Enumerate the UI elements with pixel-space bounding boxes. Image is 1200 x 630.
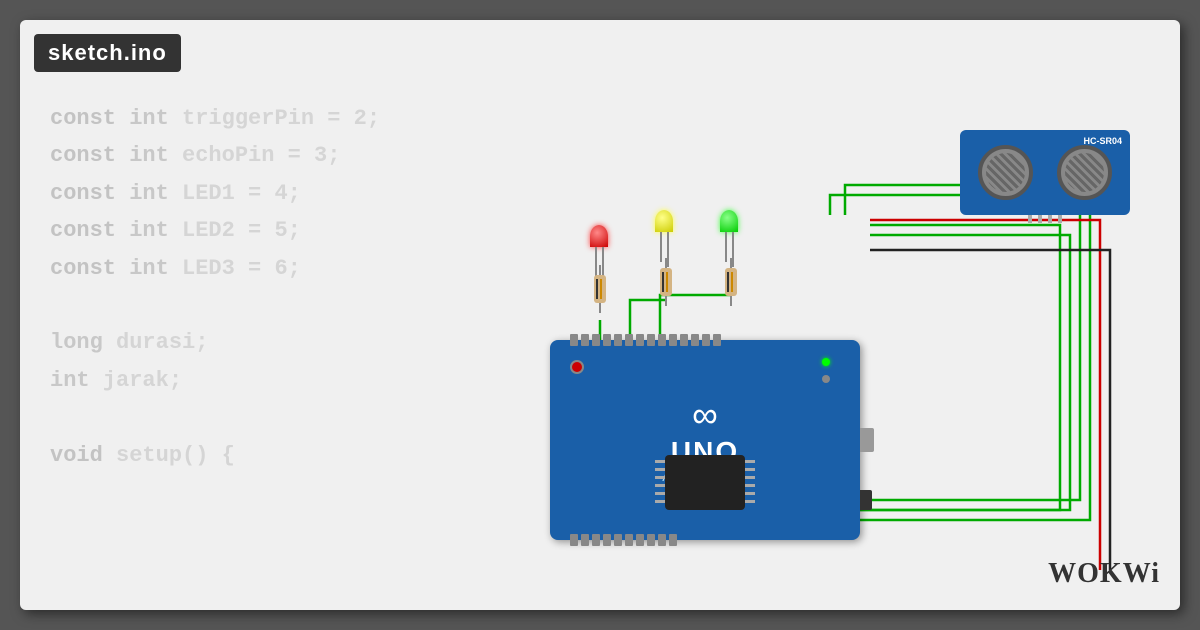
analog-pin — [625, 534, 633, 546]
chip-pins-right — [745, 460, 755, 503]
resistor-r1 — [594, 265, 606, 313]
arduino-power-led — [822, 375, 830, 383]
resistor-r3-leg-top — [730, 258, 732, 268]
digital-pin — [713, 334, 721, 346]
chip-pin — [745, 500, 755, 503]
digital-pin — [614, 334, 622, 346]
digital-pin — [570, 334, 578, 346]
chip-pin — [655, 468, 665, 471]
circuit-area: HC-SR04 — [520, 110, 1140, 570]
analog-pin — [570, 534, 578, 546]
hcsr04-sensor: HC-SR04 — [960, 130, 1130, 215]
chip-pin — [745, 468, 755, 471]
led-red — [590, 225, 608, 247]
analog-pin — [614, 534, 622, 546]
led-green — [720, 210, 738, 232]
sensor-pin-vcc — [1028, 215, 1032, 223]
digital-pin — [669, 334, 677, 346]
chip-pin — [745, 492, 755, 495]
main-card: sketch.ino const int triggerPin = 2; con… — [20, 20, 1180, 610]
sensor-pin-gnd — [1058, 215, 1062, 223]
chip-pin — [745, 484, 755, 487]
sensor-eye-right — [1057, 145, 1112, 200]
resistor-r2 — [660, 258, 672, 306]
chip-pin — [655, 460, 665, 463]
digital-pin — [680, 334, 688, 346]
sensor-eye-left — [978, 145, 1033, 200]
arduino-analog-pins — [570, 534, 800, 546]
analog-pin — [592, 534, 600, 546]
arduino-power-jack — [860, 490, 872, 510]
resistor-r1-leg-bot — [599, 303, 601, 313]
analog-pin — [581, 534, 589, 546]
arduino-board: ∞ UNO ARDUINO — [550, 340, 860, 540]
digital-pin — [647, 334, 655, 346]
resistor-r3-leg-bot — [730, 296, 732, 306]
led-yellow-body — [655, 210, 673, 232]
resistor-r3-body — [725, 268, 737, 296]
analog-pin — [658, 534, 666, 546]
arduino-usb — [860, 428, 874, 452]
title-badge: sketch.ino — [34, 34, 181, 72]
digital-pin — [702, 334, 710, 346]
led-green-body — [720, 210, 738, 232]
analog-pin — [636, 534, 644, 546]
analog-pin — [669, 534, 677, 546]
chip-pin — [745, 460, 755, 463]
digital-pin — [625, 334, 633, 346]
arduino-reset-btn[interactable] — [570, 360, 584, 374]
resistor-r2-leg-top — [665, 258, 667, 268]
resistor-r1-leg-top — [599, 265, 601, 275]
sensor-pins — [1028, 215, 1062, 223]
digital-pin — [592, 334, 600, 346]
arduino-infinity-icon: ∞ — [628, 394, 783, 436]
digital-pin — [636, 334, 644, 346]
arduino-digital-pins — [570, 334, 850, 346]
resistor-r1-body — [594, 275, 606, 303]
arduino-on-led — [822, 358, 830, 366]
sensor-label: HC-SR04 — [1083, 136, 1122, 146]
resistor-r2-leg-bot — [665, 296, 667, 306]
digital-pin — [603, 334, 611, 346]
arduino-chip — [665, 455, 745, 510]
led-red-body — [590, 225, 608, 247]
chip-pin — [655, 484, 665, 487]
sensor-pin-trig — [1038, 215, 1042, 223]
chip-pins-left — [655, 460, 665, 503]
resistor-r2-body — [660, 268, 672, 296]
resistor-r3 — [725, 258, 737, 306]
chip-pin — [745, 476, 755, 479]
chip-pin — [655, 476, 665, 479]
analog-pin — [603, 534, 611, 546]
digital-pin — [658, 334, 666, 346]
sensor-pin-echo — [1048, 215, 1052, 223]
chip-pin — [655, 500, 665, 503]
wokwi-logo: WOKWi — [1048, 558, 1160, 590]
digital-pin — [581, 334, 589, 346]
digital-pin — [691, 334, 699, 346]
led-yellow — [655, 210, 673, 232]
analog-pin — [647, 534, 655, 546]
chip-pin — [655, 492, 665, 495]
